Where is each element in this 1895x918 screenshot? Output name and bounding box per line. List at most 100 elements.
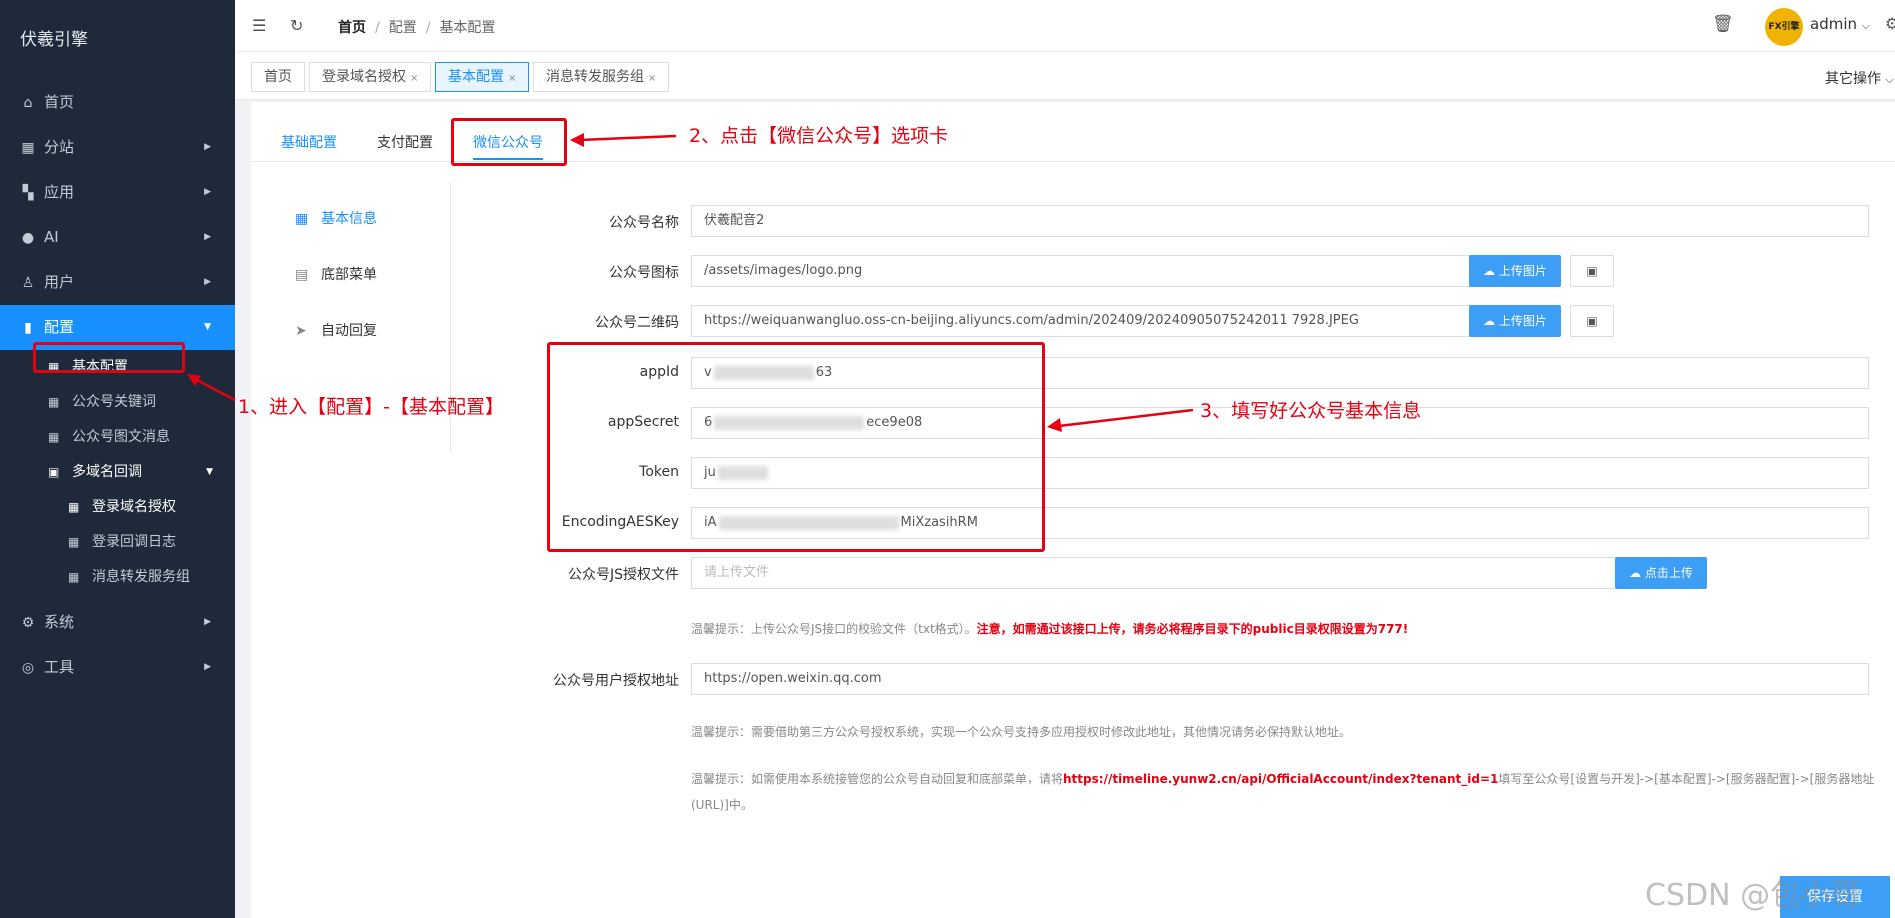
annotation-arrow-2	[570, 133, 677, 147]
chevron-down-icon: ⌵	[1861, 19, 1871, 32]
cloud-upload-icon: ☁	[1629, 566, 1642, 580]
tab-login-domain[interactable]: 登录域名授权 ×	[309, 62, 432, 92]
server-hint-line2: (URL)]中。	[691, 798, 753, 812]
sidebar-item-home[interactable]: ⌂ 首页	[0, 80, 235, 125]
close-icon[interactable]: ×	[648, 73, 656, 84]
subtab-wechat-official[interactable]: 微信公众号	[473, 132, 543, 160]
breadcrumb-config[interactable]: 配置	[389, 20, 417, 36]
chart-icon: ▮	[24, 320, 32, 336]
tab-msg-forward[interactable]: 消息转发服务组 ×	[533, 62, 670, 92]
sidebar: 伏羲引擎 ⌂ 首页 ▦ 分站 ▶ ▚ 应用 ▶ ● AI ▶ ♙ 用户 ▶ ▮ 配置 ▼ ▦…	[0, 0, 235, 918]
sidebar-item-tools[interactable]: ◎ 工具 ▶	[0, 645, 235, 690]
document-icon: ▤	[295, 267, 309, 283]
chevron-down-icon: ⌵	[1885, 73, 1894, 86]
auth-url-input[interactable]: https://open.weixin.qq.com	[691, 663, 1869, 695]
auth-hint: 温馨提示：需要借助第三方公众号授权系统，实现一个公众号支持多应用授权时修改此地址…	[691, 725, 1352, 739]
other-operations-dropdown[interactable]: 其它操作 ⌵	[1825, 68, 1894, 88]
label-auth-url: 公众号用户授权地址	[553, 673, 679, 689]
nav-auto-reply[interactable]: ➤ 自动回复	[295, 320, 377, 340]
nav-basic-info[interactable]: ▦ 基本信息	[295, 208, 377, 228]
sidebar-subitem-news[interactable]: ▦ 公众号图文消息	[0, 420, 235, 455]
account-icon-input[interactable]: /assets/images/logo.png	[691, 255, 1471, 287]
js-file-input[interactable]: 请上传文件	[691, 557, 1621, 589]
annotation-step3: 3、填写好公众号基本信息	[1200, 400, 1422, 422]
nav-bottom-menu[interactable]: ▤ 底部菜单	[295, 264, 377, 284]
sidebar-item-system[interactable]: ⚙ 系统 ▶	[0, 600, 235, 645]
server-url-link[interactable]: https://timeline.yunw2.cn/api/OfficialAc…	[1063, 772, 1498, 786]
caret-down-icon: ▼	[204, 322, 211, 332]
grid-icon: ▦	[48, 395, 60, 409]
sidebar-subitem-msg-forward[interactable]: ▦ 消息转发服务组	[0, 560, 235, 595]
caret-right-icon: ▶	[204, 662, 211, 672]
account-qrcode-input[interactable]: https://weiquanwangluo.oss-cn-beijing.al…	[691, 305, 1471, 337]
tab-basic-config[interactable]: 基本配置 ×	[435, 62, 530, 92]
top-bar: ☰ ↻ 首页 / 配置 / 基本配置 🗑 FX引擎 admin ⌵ ⚙	[235, 0, 1895, 52]
cloud-upload-icon: ☁	[1483, 314, 1496, 328]
label-appid: appId	[639, 364, 679, 380]
label-appsecret: appSecret	[607, 414, 679, 430]
server-hint: 温馨提示：如需使用本系统接管您的公众号自动回复和底部菜单，请将https://t…	[691, 772, 1875, 786]
brand-title: 伏羲引擎	[20, 30, 88, 50]
annotation-arrow-3	[1047, 408, 1194, 432]
sidebar-subitem-login-domain[interactable]: ▦ 登录域名授权	[0, 490, 235, 525]
refresh-icon[interactable]: ↻	[290, 16, 303, 35]
label-token: Token	[639, 464, 679, 480]
encoding-aes-key-input[interactable]: iA MiXzasihRM	[691, 507, 1869, 539]
label-js-file: 公众号JS授权文件	[567, 567, 679, 583]
sidebar-item-substation[interactable]: ▦ 分站 ▶	[0, 125, 235, 170]
grid-icon: ▦	[68, 570, 80, 584]
annotation-arrow-1	[187, 374, 236, 402]
js-hint: 温馨提示：上传公众号JS接口的校验文件（txt格式）。注意，如需通过该接口上传，…	[691, 622, 1409, 636]
grid-icon: ▦	[48, 360, 60, 374]
breadcrumb-home[interactable]: 首页	[338, 20, 366, 36]
sidebar-subitem-multi-domain[interactable]: ▣ 多域名回调 ▼	[0, 455, 235, 490]
appid-input[interactable]: v 63	[691, 357, 1869, 389]
caret-right-icon: ▶	[204, 142, 211, 152]
caret-right-icon: ▶	[204, 232, 211, 242]
book-icon: ▣	[48, 465, 60, 479]
annotation-step1: 1、进入【配置】-【基本配置】	[238, 396, 504, 418]
tab-home[interactable]: 首页	[251, 62, 305, 92]
tool-icon: ◎	[21, 660, 35, 676]
avatar[interactable]: FX引擎	[1765, 8, 1803, 46]
caret-right-icon: ▶	[204, 277, 211, 287]
label-encoding-aes-key: EncodingAESKey	[561, 514, 679, 530]
upload-qrcode-button[interactable]: ☁ 上传图片	[1469, 305, 1561, 337]
grid-icon: ▦	[68, 535, 80, 549]
close-icon[interactable]: ×	[410, 73, 418, 84]
menu-toggle-icon[interactable]: ☰	[252, 16, 266, 35]
breadcrumb-current: 基本配置	[439, 20, 496, 36]
breadcrumb: 首页 / 配置 / 基本配置	[338, 20, 496, 36]
label-account-name: 公众号名称	[609, 215, 679, 231]
caret-right-icon: ▶	[204, 617, 211, 627]
username[interactable]: admin ⌵	[1810, 15, 1870, 33]
trash-icon[interactable]: 🗑	[1712, 14, 1734, 34]
close-icon[interactable]: ×	[508, 73, 516, 84]
sidebar-item-users[interactable]: ♙ 用户 ▶	[0, 260, 235, 305]
caret-right-icon: ▶	[204, 187, 211, 197]
bulb-icon: ●	[21, 230, 35, 246]
grid-icon: ▦	[48, 430, 60, 444]
image-preview-button[interactable]: ▣	[1570, 255, 1614, 287]
token-input[interactable]: ju	[691, 457, 1869, 489]
subtab-basic[interactable]: 基础配置	[281, 132, 337, 152]
sidebar-item-apps[interactable]: ▚ 应用 ▶	[0, 170, 235, 215]
grid-icon: ▦	[68, 500, 80, 514]
building-icon: ▦	[21, 140, 35, 156]
subtab-payment[interactable]: 支付配置	[377, 132, 433, 152]
account-name-input[interactable]: 伏羲配音2	[691, 205, 1869, 237]
grid-icon: ▦	[295, 211, 309, 227]
sidebar-item-ai[interactable]: ● AI ▶	[0, 215, 235, 260]
home-icon: ⌂	[23, 95, 33, 111]
sidebar-subitem-login-log[interactable]: ▦ 登录回调日志	[0, 525, 235, 560]
image-icon: ▣	[1586, 314, 1598, 328]
settings-icon[interactable]: ⚙	[1885, 14, 1895, 33]
config-subtabs: 基础配置 支付配置 微信公众号	[251, 102, 1895, 162]
image-icon: ▣	[1586, 264, 1598, 278]
upload-icon-button[interactable]: ☁ 上传图片	[1469, 255, 1561, 287]
sidebar-item-config[interactable]: ▮ 配置 ▼	[0, 305, 235, 350]
js-upload-button[interactable]: ☁ 点击上传	[1615, 557, 1707, 589]
watermark: CSDN @包小哥	[1645, 878, 1861, 913]
qrcode-preview-button[interactable]: ▣	[1570, 305, 1614, 337]
content-panel: 基础配置 支付配置 微信公众号 ▦ 基本信息 ▤ 底部菜单 ➤ 自动回复 公众号名称 …	[251, 102, 1895, 918]
